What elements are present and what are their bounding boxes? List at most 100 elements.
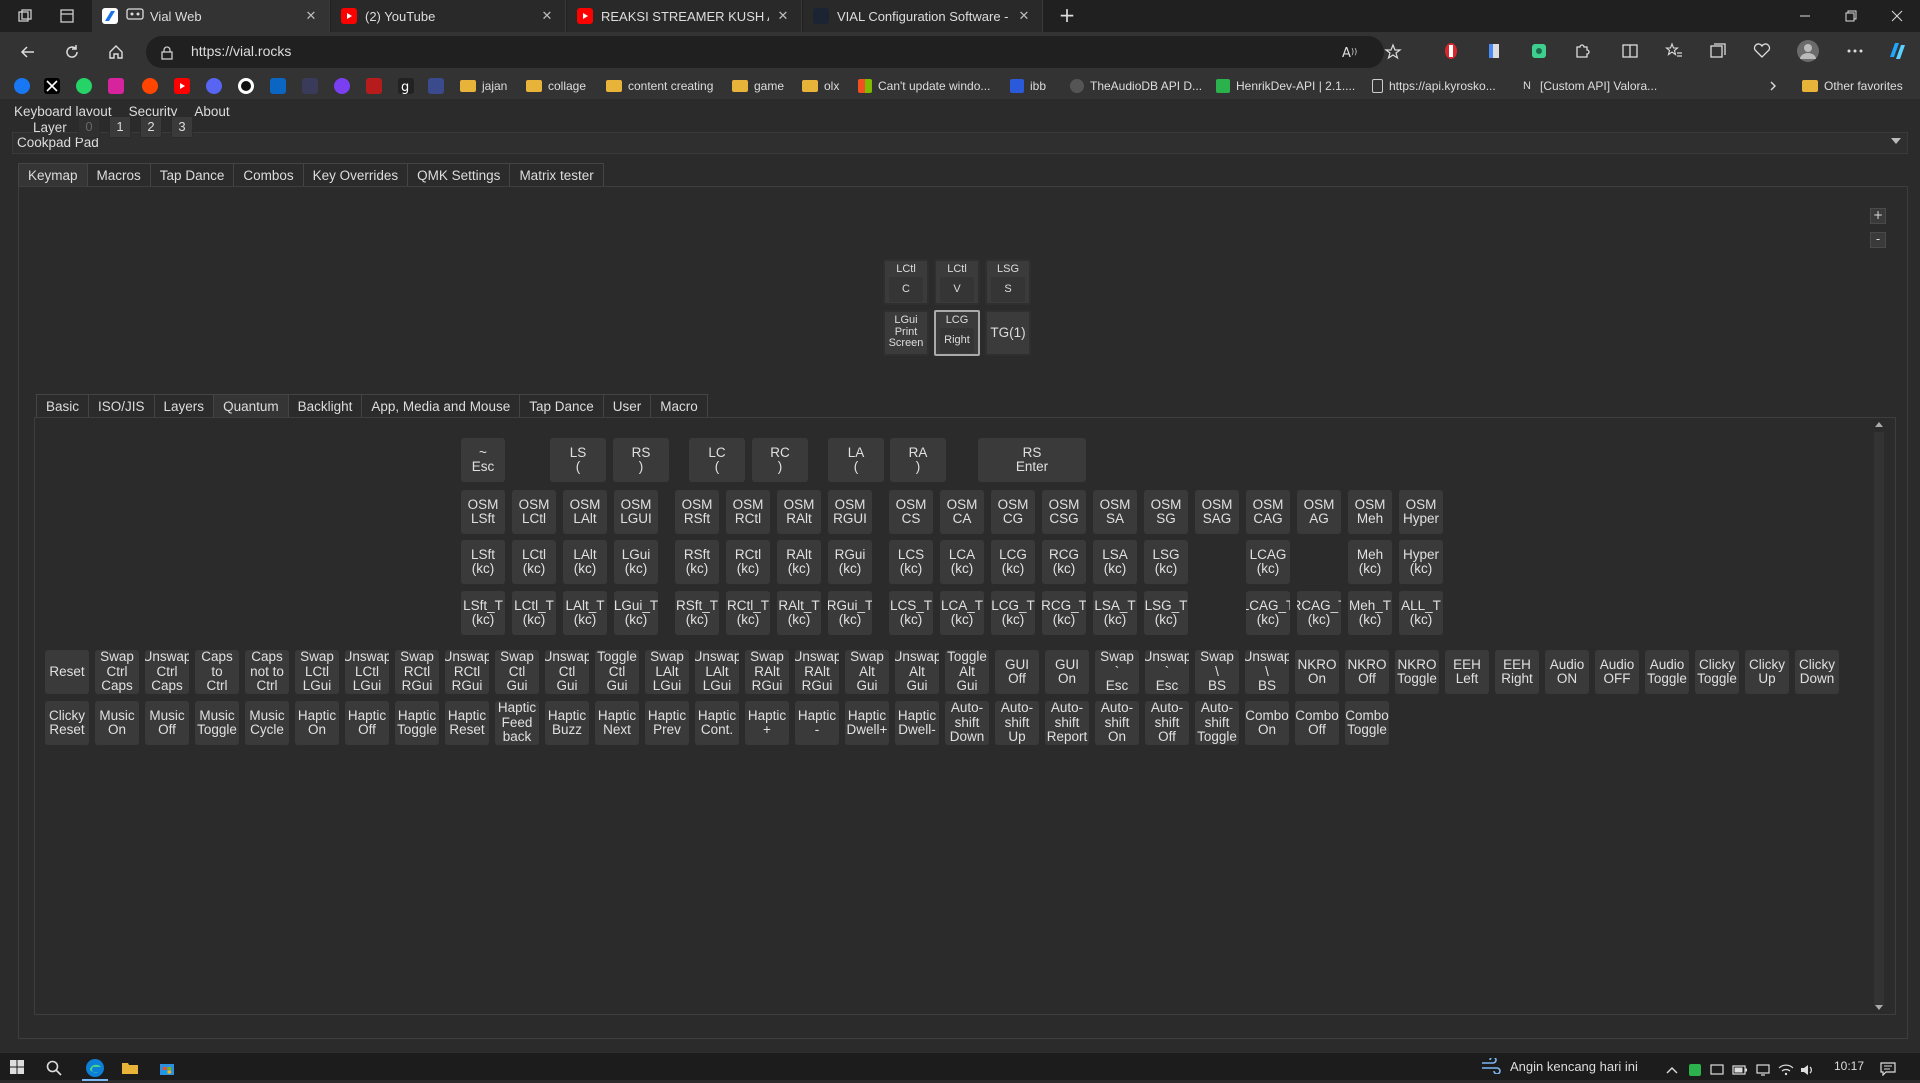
keycode-button[interactable]: Toggle Ctl Gui [595, 650, 639, 694]
keycode-button[interactable]: RGui (kc) [828, 540, 872, 584]
keycode-button[interactable]: Unswap LAlt LGui [695, 650, 739, 694]
keycode-button[interactable]: Clicky Toggle [1695, 650, 1739, 694]
kc-tab-layers[interactable]: Layers [153, 394, 215, 418]
keycode-button[interactable]: LCA (kc) [940, 540, 984, 584]
keycode-button[interactable]: RA ) [890, 438, 946, 482]
keycode-button[interactable]: Toggle Alt Gui [945, 650, 989, 694]
keycode-button[interactable]: Audio ON [1545, 650, 1589, 694]
zoom-in-button[interactable]: + [1870, 208, 1886, 224]
keycode-button[interactable]: Swap RCtl RGui [395, 650, 439, 694]
volume-icon[interactable] [1800, 1061, 1814, 1075]
keycode-button[interactable]: Haptic Toggle [395, 701, 439, 745]
keycode-button[interactable]: OSM SAG [1195, 490, 1239, 534]
keycode-button[interactable]: LCtl (kc) [512, 540, 556, 584]
keycode-button[interactable]: Swap Alt Gui [845, 650, 889, 694]
keycode-button[interactable]: LCAG (kc) [1246, 540, 1290, 584]
favorite-content-creating[interactable]: content creating [606, 76, 713, 96]
keycode-button[interactable]: Unswap RCtl RGui [445, 650, 489, 694]
keycode-button[interactable]: LA ( [828, 438, 884, 482]
keycode-button[interactable]: Swap RAlt RGui [745, 650, 789, 694]
keycode-button[interactable]: Reset [45, 650, 89, 694]
keycode-button[interactable]: RAlt_T (kc) [777, 591, 821, 635]
keycode-button[interactable]: NKRO On [1295, 650, 1339, 694]
keycode-button[interactable]: Music Cycle [245, 701, 289, 745]
wifi-icon[interactable] [1778, 1061, 1794, 1076]
keycode-button[interactable]: Unswap Ctrl Caps [145, 650, 189, 694]
kc-tab-basic[interactable]: Basic [36, 394, 90, 418]
keycode-button[interactable]: LSft (kc) [461, 540, 505, 584]
keycode-button[interactable]: OSM CAG [1246, 490, 1290, 534]
file-explorer-icon[interactable] [121, 1059, 139, 1077]
tab-matrix-tester[interactable]: Matrix tester [509, 163, 604, 187]
extensions-puzzle-icon[interactable] [1572, 41, 1594, 63]
keycode-button[interactable]: Music Toggle [195, 701, 239, 745]
layer-3-button[interactable]: 3 [171, 116, 193, 138]
keycode-button[interactable]: OSM CS [889, 490, 933, 534]
browser-tab-youtube[interactable]: (2) YouTube ✕ [331, 0, 566, 32]
keycode-button[interactable]: Haptic Cont. [695, 701, 739, 745]
favorite-collage[interactable]: collage [526, 76, 586, 96]
keycode-button[interactable]: OSM Meh [1348, 490, 1392, 534]
kc-tab-app-media-mouse[interactable]: App, Media and Mouse [361, 394, 521, 418]
url-field[interactable]: https://vial.rocks A)) [146, 36, 1402, 68]
edge-browser-icon[interactable] [84, 1057, 104, 1077]
keycode-button[interactable]: Audio Toggle [1645, 650, 1689, 694]
keycode-button[interactable]: RC ) [752, 438, 808, 482]
favorite-audiodb[interactable]: TheAudioDB API D... [1070, 76, 1202, 96]
keycode-button[interactable]: Combo Off [1295, 701, 1339, 745]
show-hidden-icons-chevron-icon[interactable] [1665, 1061, 1679, 1074]
keycode-button[interactable]: LAlt_T (kc) [563, 591, 607, 635]
keycode-button[interactable]: Auto- shift Up [995, 701, 1039, 745]
keycode-button[interactable]: LGui (kc) [614, 540, 658, 584]
keycode-button[interactable]: RCtl_T (kc) [726, 591, 770, 635]
tab-qmk-settings[interactable]: QMK Settings [407, 163, 511, 187]
keycode-button[interactable]: Auto- shift On [1095, 701, 1139, 745]
facebook-icon[interactable] [14, 78, 30, 94]
kc-tab-iso-jis[interactable]: ISO/JIS [88, 394, 155, 418]
scrollbar-thumb[interactable] [1874, 432, 1884, 1006]
extension-red-icon[interactable] [1441, 41, 1463, 63]
keycode-button[interactable]: Haptic + [745, 701, 789, 745]
keycode-button[interactable]: Caps not to Ctrl [245, 650, 289, 694]
battery-icon[interactable] [1732, 1061, 1747, 1075]
microsoft-store-icon[interactable] [158, 1059, 176, 1077]
bookmark-red-icon[interactable] [366, 78, 382, 94]
zoom-out-button[interactable]: - [1870, 232, 1886, 248]
home-icon[interactable] [104, 40, 128, 64]
keycode-button[interactable]: Haptic Dwell+ [845, 701, 889, 745]
keycode-button[interactable]: GUI Off [995, 650, 1039, 694]
favorite-henrikdev[interactable]: HenrikDev-API | 2.1.... [1216, 76, 1355, 96]
favorite-other[interactable]: Other favorites [1802, 76, 1903, 96]
keycode-button[interactable]: RGui_T (kc) [828, 591, 872, 635]
keycode-button[interactable]: LSA_T (kc) [1093, 591, 1137, 635]
keycode-button[interactable]: Swap LCtl LGui [295, 650, 339, 694]
keycode-button[interactable]: LGui_T (kc) [614, 591, 658, 635]
device-select[interactable]: Cookpad Pad [12, 132, 1908, 154]
keycode-button[interactable]: Auto- shift Down [945, 701, 989, 745]
keycode-button[interactable]: ~ Esc [461, 438, 505, 482]
keycode-button[interactable]: LCS (kc) [889, 540, 933, 584]
extension-blue-icon[interactable] [1485, 41, 1507, 63]
profile-avatar[interactable] [1796, 39, 1819, 62]
read-aloud-icon[interactable]: A)) [1342, 44, 1364, 66]
back-arrow-icon[interactable] [16, 40, 40, 64]
keycode-button[interactable]: RSft_T (kc) [675, 591, 719, 635]
keycode-button[interactable]: LCG (kc) [991, 540, 1035, 584]
instagram-icon[interactable] [108, 78, 124, 94]
keycode-button[interactable]: Auto- shift Off [1145, 701, 1189, 745]
keycode-button[interactable]: Meh_T (kc) [1348, 591, 1392, 635]
tray-device-icon[interactable] [1710, 1061, 1724, 1075]
keycode-scrollbar[interactable] [1872, 420, 1886, 1014]
keycode-button[interactable]: Swap Ctl Gui [495, 650, 539, 694]
kc-tab-quantum[interactable]: Quantum [213, 394, 289, 418]
keycode-button[interactable]: OSM Hyper [1399, 490, 1443, 534]
layer-1-button[interactable]: 1 [109, 116, 131, 138]
keycode-button[interactable]: RS ) [613, 438, 669, 482]
display-icon[interactable] [1756, 1061, 1770, 1076]
pad-key-3[interactable]: LGui Print Screen [883, 310, 929, 356]
favorite-kyrosko[interactable]: https://api.kyrosko... [1372, 76, 1496, 96]
keycode-button[interactable]: RCG (kc) [1042, 540, 1086, 584]
bookmark-flag-icon[interactable] [428, 78, 444, 94]
keycode-button[interactable]: OSM LCtl [512, 490, 556, 534]
twitch-icon[interactable] [334, 78, 350, 94]
